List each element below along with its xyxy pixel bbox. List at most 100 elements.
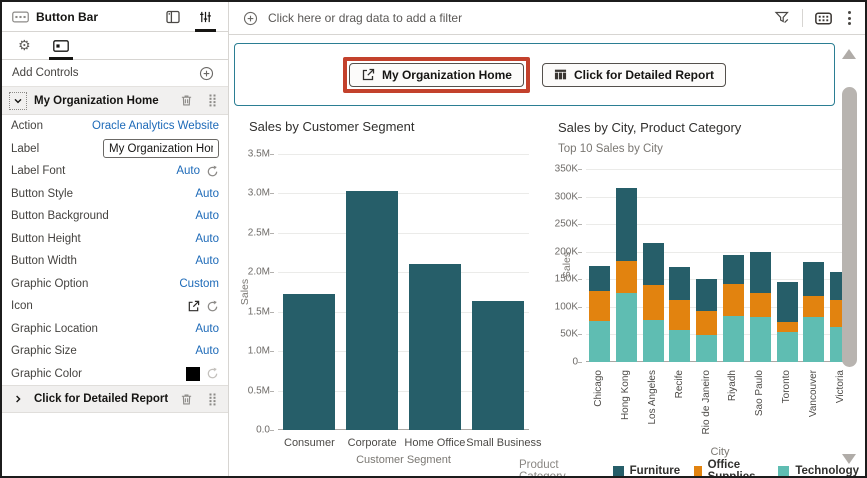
x-category-label: Recife [673, 370, 685, 399]
property-row-label-font: Label Font Auto [2, 160, 228, 183]
chart2-y-ticks: 0 50K 100K 150K 200K 250K 300K 350K [538, 164, 582, 368]
segment-hong-kong-furniture[interactable] [615, 188, 637, 261]
segment-rio-de-janeiro-furniture[interactable] [696, 278, 718, 312]
y-tick-label: 300K [554, 191, 578, 203]
section-label: My Organization Home [34, 94, 159, 107]
grammar-panel-icon[interactable] [160, 2, 186, 32]
segment-sao-paulo-technology[interactable] [749, 317, 771, 362]
menu-kebab-icon[interactable] [844, 11, 855, 25]
trash-icon[interactable] [176, 393, 197, 406]
segment-rio-de-janeiro-technology[interactable] [696, 334, 718, 362]
bar-small-business[interactable] [471, 301, 524, 430]
property-value[interactable]: Auto [195, 210, 219, 222]
chart1-title: Sales by Customer Segment [249, 119, 415, 134]
dashboard-canvas: My Organization Home Click for Detailed … [229, 35, 865, 476]
chart2-legend: Product Category Furniture Office Supplie… [519, 459, 859, 476]
property-label: Graphic Location [11, 322, 98, 335]
legend-entry-office-supplies[interactable]: Office Supplies [694, 459, 764, 476]
filter-bar[interactable]: Click here or drag data to add a filter [229, 2, 865, 35]
segment-toronto-office-supplies[interactable] [776, 321, 798, 332]
legend-title: Product Category [519, 459, 566, 476]
x-category-label: Los Angeles [647, 370, 658, 425]
color-swatch[interactable] [186, 366, 200, 381]
property-value[interactable]: Auto [195, 233, 219, 245]
segment-rio-de-janeiro-office-supplies[interactable] [696, 311, 718, 335]
segment-los-angeles-furniture[interactable] [642, 243, 664, 285]
segment-vancouver-technology[interactable] [803, 317, 825, 362]
drag-grip-icon[interactable] [205, 94, 220, 107]
scrollbar-thumb[interactable] [842, 87, 857, 367]
controls-icon[interactable] [48, 32, 73, 60]
segment-sao-paulo-furniture[interactable] [749, 251, 771, 294]
section-click-for-detailed-report[interactable]: Click for Detailed Report [2, 385, 228, 413]
property-value[interactable]: Oracle Analytics Website [92, 120, 219, 132]
chevron-down-icon[interactable] [9, 91, 27, 110]
segment-toronto-technology[interactable] [776, 331, 798, 362]
y-tick-label: 0.0 [256, 424, 270, 436]
legend-entry-furniture[interactable]: Furniture [612, 459, 680, 476]
segment-hong-kong-technology[interactable] [615, 292, 637, 362]
bar-consumer[interactable] [283, 294, 336, 430]
segment-vancouver-furniture[interactable] [803, 261, 825, 296]
segment-toronto-furniture[interactable] [776, 281, 798, 322]
property-value[interactable]: Auto [195, 188, 219, 200]
bar-corporate[interactable] [346, 191, 399, 430]
y-tick-label: 250K [554, 218, 578, 230]
properties-sliders-icon[interactable] [193, 2, 218, 32]
segment-riyadh-office-supplies[interactable] [722, 284, 744, 316]
segment-recife-furniture[interactable] [669, 267, 691, 300]
bar-home-office[interactable] [408, 264, 461, 430]
property-label: Button Background [11, 210, 109, 223]
y-tick-label: 1.0M [247, 345, 270, 357]
property-value[interactable]: Auto [195, 255, 219, 267]
open-in-new-icon[interactable] [187, 300, 200, 313]
segment-riyadh-technology[interactable] [722, 315, 744, 362]
drag-grip-icon[interactable] [205, 393, 220, 406]
x-category-label: Consumer [284, 437, 335, 449]
legend-entries: FurnitureOffice SuppliesTechnology [612, 459, 859, 476]
trash-icon[interactable] [176, 94, 197, 107]
reset-icon[interactable] [206, 165, 219, 178]
button-bar-visualization[interactable]: My Organization Home Click for Detailed … [234, 43, 835, 106]
vertical-scrollbar[interactable] [841, 45, 858, 468]
segment-chicago-furniture[interactable] [588, 265, 610, 292]
property-label: Icon [11, 300, 33, 313]
my-organization-home-button[interactable]: My Organization Home [348, 62, 524, 87]
button-bar-icon[interactable] [813, 11, 834, 25]
property-value[interactable]: Auto [195, 323, 219, 335]
segment-riyadh-furniture[interactable] [722, 255, 744, 285]
gear-icon[interactable]: ⚙ [14, 32, 35, 60]
property-value[interactable]: Auto [176, 165, 200, 177]
x-category-label: Home Office [404, 437, 466, 449]
button-label: My Organization Home [381, 67, 512, 82]
app-window: Button Bar ⚙ Add Controls My Organizatio… [0, 0, 867, 478]
circle-plus-icon[interactable] [195, 66, 218, 81]
x-category-label: Toronto [781, 370, 792, 404]
property-value[interactable]: Custom [179, 278, 219, 290]
reset-icon[interactable] [206, 300, 219, 313]
reset-icon[interactable] [206, 367, 219, 380]
scroll-up-arrow[interactable] [842, 49, 856, 59]
scroll-down-arrow[interactable] [842, 454, 856, 464]
segment-chicago-technology[interactable] [588, 320, 610, 362]
segment-los-angeles-office-supplies[interactable] [642, 284, 664, 320]
chart1-x-axis-title: Customer Segment [356, 454, 451, 466]
segment-hong-kong-office-supplies[interactable] [615, 260, 637, 293]
segment-recife-technology[interactable] [669, 330, 691, 362]
chevron-right-icon[interactable] [10, 391, 26, 407]
filter-placeholder: Click here or drag data to add a filter [268, 11, 463, 25]
legend-label: Office Supplies [707, 459, 756, 476]
label-input[interactable] [103, 139, 219, 159]
segment-sao-paulo-office-supplies[interactable] [749, 293, 771, 318]
section-my-organization-home[interactable]: My Organization Home [2, 87, 228, 115]
property-row-button-style: Button Style Auto [2, 183, 228, 206]
segment-chicago-office-supplies[interactable] [588, 291, 610, 321]
segment-vancouver-office-supplies[interactable] [803, 295, 825, 318]
circle-plus-icon[interactable] [241, 11, 260, 26]
property-value[interactable]: Auto [195, 345, 219, 357]
click-for-detailed-report-button[interactable]: Click for Detailed Report [541, 62, 727, 87]
segment-recife-office-supplies[interactable] [669, 299, 691, 331]
gridline [278, 154, 529, 155]
filter-funnel-icon[interactable] [772, 10, 792, 26]
segment-los-angeles-technology[interactable] [642, 319, 664, 362]
